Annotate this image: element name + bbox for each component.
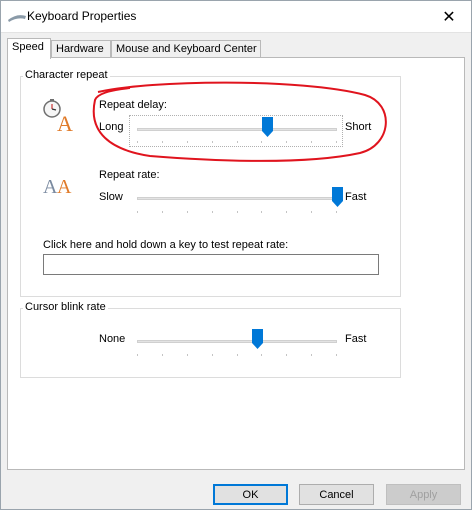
tab-mouse-and-keyboard-center[interactable]: Mouse and Keyboard Center <box>111 40 261 58</box>
character-repeat-label: Character repeat <box>23 69 110 81</box>
cursor-blink-track[interactable] <box>137 340 337 343</box>
cursor-blink-rate-label: Cursor blink rate <box>23 301 108 313</box>
cursor-blink-min-label: None <box>99 333 126 345</box>
repeat-rate-min-label: Slow <box>99 191 123 203</box>
slider-tick <box>137 211 138 213</box>
keyboard-properties-window: Keyboard Properties ✕ Speed Hardware Mou… <box>0 0 472 510</box>
slider-tick <box>137 354 138 356</box>
title-bar[interactable]: Keyboard Properties ✕ <box>1 1 471 33</box>
slider-tick <box>336 354 337 356</box>
slider-tick <box>162 141 163 143</box>
tab-hardware[interactable]: Hardware <box>51 40 111 58</box>
double-letter-a-icon: A A <box>43 173 77 200</box>
slider-tick <box>162 211 163 213</box>
svg-text:A: A <box>43 176 58 197</box>
slider-tick <box>336 141 337 143</box>
cancel-button[interactable]: Cancel <box>299 484 374 505</box>
ok-button[interactable]: OK <box>213 484 288 505</box>
slider-tick <box>212 141 213 143</box>
clock-letter-a-icon: A <box>43 99 75 136</box>
slider-tick <box>311 211 312 213</box>
slider-tick <box>311 354 312 356</box>
slider-tick <box>261 141 262 143</box>
slider-tick <box>187 354 188 356</box>
slider-tick <box>336 211 337 213</box>
character-repeat-group: Character repeat A Repeat delay: Long Sh… <box>20 69 401 297</box>
dialog-button-bar: OK Cancel Apply <box>1 473 471 509</box>
tab-speed[interactable]: Speed <box>7 38 51 59</box>
slider-tick <box>311 141 312 143</box>
slider-tick <box>261 354 262 356</box>
slider-tick <box>237 354 238 356</box>
svg-text:A: A <box>57 111 73 133</box>
cursor-blink-slider-thumb[interactable] <box>251 329 263 349</box>
repeat-rate-label: Repeat rate: <box>99 169 160 181</box>
close-button[interactable]: ✕ <box>427 1 471 32</box>
repeat-rate-track[interactable] <box>137 197 337 200</box>
cursor-blink-max-label: Fast <box>345 333 367 345</box>
repeat-delay-slider-thumb[interactable] <box>261 117 273 137</box>
apply-button[interactable]: Apply <box>386 484 461 505</box>
repeat-delay-ticks <box>137 141 337 144</box>
slider-tick <box>286 354 287 356</box>
slider-tick <box>212 211 213 213</box>
slider-tick <box>162 354 163 356</box>
slider-tick <box>212 354 213 356</box>
speed-tab-panel: Character repeat A Repeat delay: Long Sh… <box>7 57 465 470</box>
keyboard-icon <box>7 11 27 23</box>
slider-tick <box>286 211 287 213</box>
cursor-blink-rate-group: Cursor blink rate None Fast <box>20 301 401 378</box>
slider-tick <box>187 141 188 143</box>
repeat-delay-min-label: Long <box>99 121 124 133</box>
repeat-rate-ticks <box>137 211 337 214</box>
slider-tick <box>187 211 188 213</box>
repeat-rate-max-label: Fast <box>345 191 367 203</box>
repeat-delay-track[interactable] <box>137 128 337 131</box>
repeat-delay-max-label: Short <box>345 121 372 133</box>
window-title: Keyboard Properties <box>27 9 137 23</box>
svg-text:A: A <box>57 176 72 197</box>
slider-tick <box>237 211 238 213</box>
test-repeat-rate-input[interactable] <box>43 254 379 275</box>
cursor-blink-ticks <box>137 354 337 357</box>
slider-tick <box>286 141 287 143</box>
repeat-delay-label: Repeat delay: <box>99 99 167 111</box>
slider-tick <box>137 141 138 143</box>
slider-tick <box>261 211 262 213</box>
test-repeat-rate-label: Click here and hold down a key to test r… <box>43 239 289 251</box>
slider-tick <box>237 141 238 143</box>
repeat-rate-slider-thumb[interactable] <box>331 187 343 207</box>
